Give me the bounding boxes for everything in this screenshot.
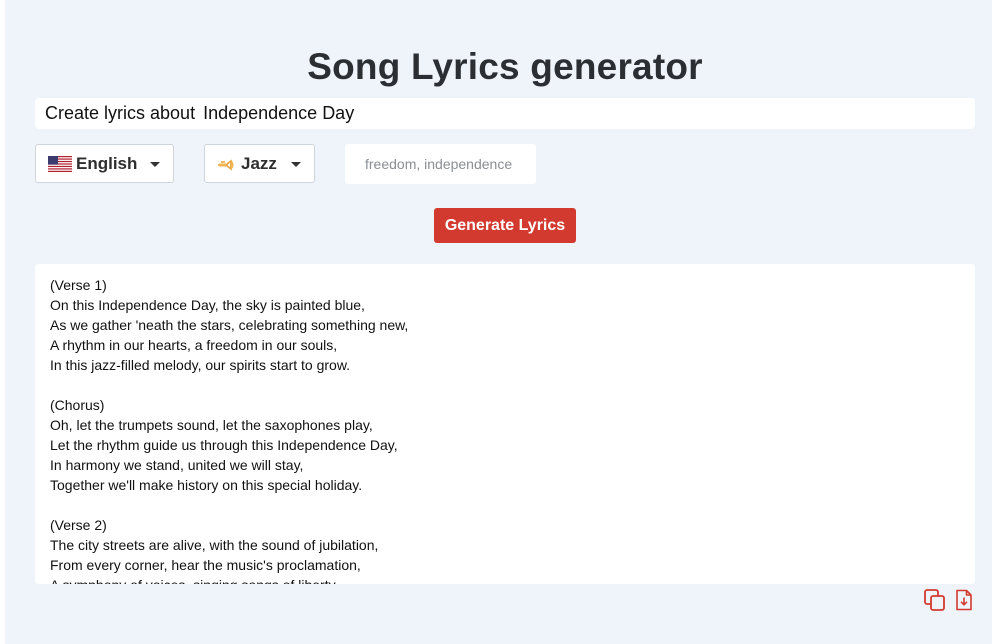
topic-prefix-label: Create lyrics about <box>45 103 196 123</box>
language-select-value: English <box>76 153 138 173</box>
lyrics-text: (Verse 1) On this Independence Day, the … <box>50 277 409 584</box>
music-style-select-value: Jazz <box>241 153 277 173</box>
copy-icon <box>923 588 947 617</box>
generate-lyrics-button[interactable]: Generate Lyrics <box>434 208 576 243</box>
trumpet-icon <box>217 157 237 171</box>
language-select[interactable]: English <box>35 144 174 183</box>
music-style-select[interactable]: Jazz <box>204 144 315 183</box>
page-title: Song Lyrics generator <box>307 46 703 87</box>
keywords-input[interactable] <box>345 144 536 184</box>
topic-field[interactable]: Create lyrics about Independence Day <box>35 98 975 129</box>
us-flag-icon <box>48 155 72 172</box>
lyrics-output-area[interactable]: (Verse 1) On this Independence Day, the … <box>35 264 975 584</box>
chevron-down-icon <box>291 162 301 167</box>
download-file-icon <box>954 589 974 616</box>
download-button[interactable] <box>951 589 977 615</box>
chevron-down-icon <box>150 162 160 167</box>
topic-value[interactable]: Independence Day <box>203 103 354 124</box>
page-container: Song Lyrics generator Create lyrics abou… <box>5 0 992 644</box>
copy-button[interactable] <box>922 588 948 617</box>
